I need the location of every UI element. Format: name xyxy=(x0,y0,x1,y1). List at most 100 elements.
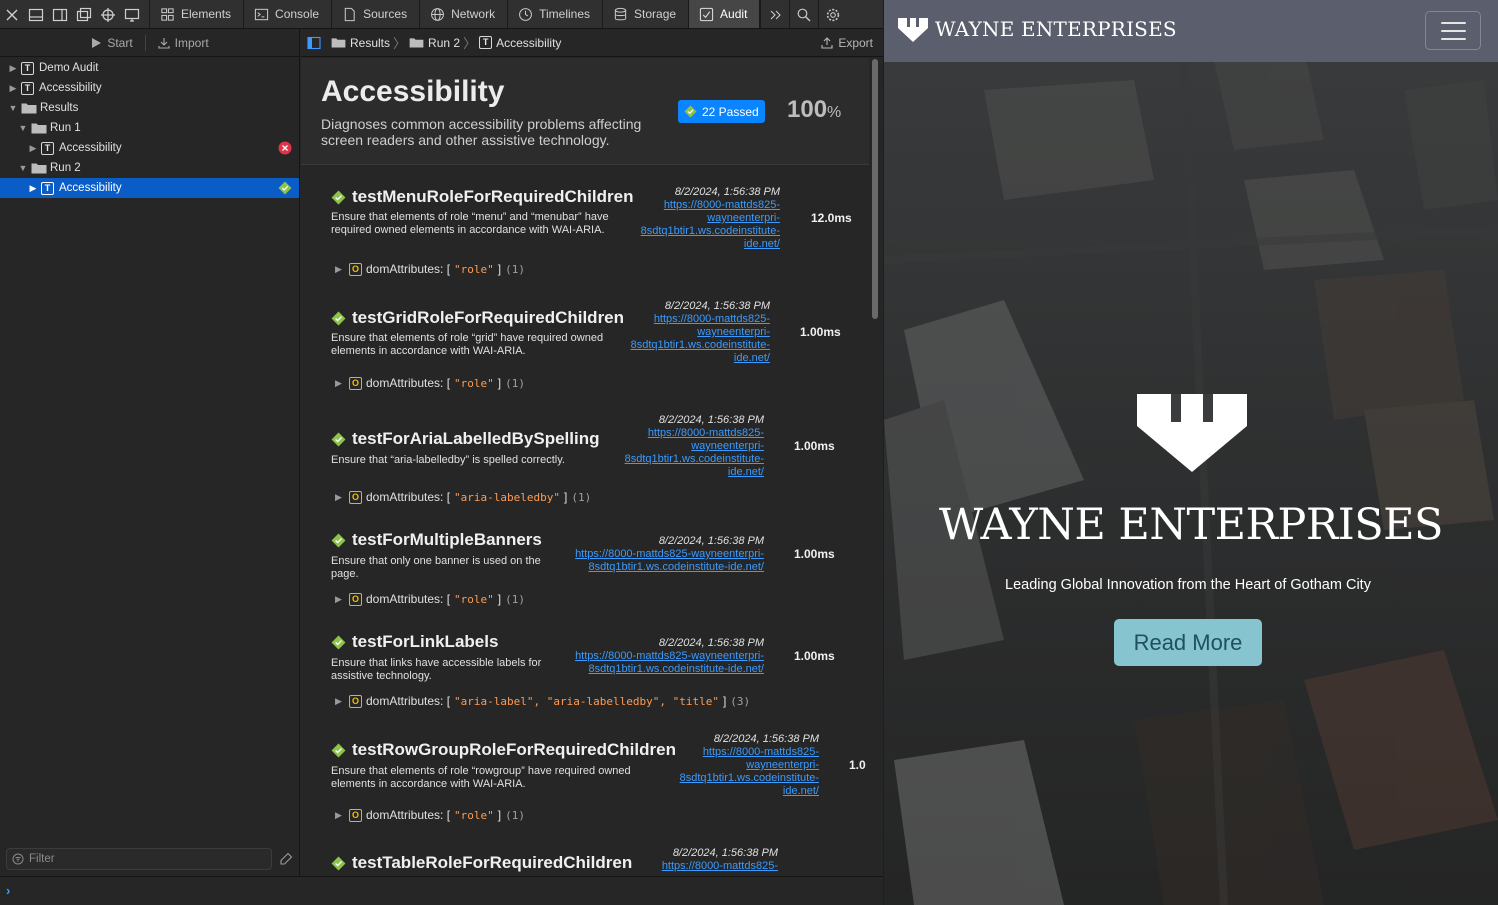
dom-attributes-row[interactable]: ▶ O domAttributes: ["role"] (1) xyxy=(335,808,525,822)
clear-icon[interactable] xyxy=(279,852,293,866)
export-button[interactable]: Export xyxy=(821,36,873,50)
nav-brand[interactable]: WAYNE ENTERPRISES xyxy=(935,17,1177,41)
device-settings-icon[interactable] xyxy=(120,0,144,29)
disclosure-triangle-icon[interactable]: ▶ xyxy=(335,492,345,503)
score-unit: % xyxy=(827,104,842,121)
tree-item-run1-accessibility[interactable]: ▶ T Accessibility xyxy=(0,138,299,158)
disclosure-triangle-icon[interactable]: ▶ xyxy=(335,594,345,605)
tree-item-run2-accessibility[interactable]: ▶ T Accessibility xyxy=(0,178,299,198)
attr-suffix: ] xyxy=(722,694,727,708)
tab-label: Network xyxy=(451,7,496,21)
tree-item-accessibility[interactable]: ▶ T Accessibility xyxy=(0,78,299,98)
console-prompt-bar[interactable]: › xyxy=(0,876,883,905)
network-icon xyxy=(431,7,445,21)
import-button[interactable]: Import xyxy=(154,36,213,50)
read-more-button[interactable]: Read More xyxy=(1114,619,1262,666)
folder-icon xyxy=(21,103,37,114)
tree-item-run-1[interactable]: ▼ Run 1 xyxy=(0,118,299,138)
tab-network[interactable]: Network xyxy=(420,0,509,28)
hero-title: WAYNE ENTERPRISES xyxy=(939,500,1444,550)
undock-icon[interactable] xyxy=(72,0,96,29)
audit-header: Accessibility Diagnoses common accessibi… xyxy=(301,58,869,165)
console-icon xyxy=(254,8,269,20)
dock-side-icon[interactable] xyxy=(48,0,72,29)
disclosure-triangle-expanded-icon[interactable]: ▼ xyxy=(8,103,18,113)
test-description: Ensure that elements of role “rowgroup” … xyxy=(331,765,631,790)
filter-input[interactable]: Filter xyxy=(6,848,272,870)
passed-badge[interactable]: 22 Passed xyxy=(678,100,765,123)
breadcrumb-run-2[interactable]: Run 2 xyxy=(409,36,460,50)
score-value: 100 xyxy=(787,96,828,123)
test-timestamp: 8/2/2024, 1:56:38 PM xyxy=(658,637,764,649)
disclosure-triangle-icon[interactable]: ▶ xyxy=(335,810,345,821)
dom-attributes-row[interactable]: ▶ O domAttributes: ["aria-labeledby"] (1… xyxy=(335,490,591,504)
test-duration: 1.00ms xyxy=(794,547,835,561)
test-meta: 8/2/2024, 1:56:38 PM https://8000-mattds… xyxy=(547,535,764,574)
test-name-text: testRowGroupRoleForRequiredChildren xyxy=(352,740,676,759)
test-result: testMenuRoleForRequiredChildren Ensure t… xyxy=(301,165,869,279)
more-tabs-icon[interactable] xyxy=(760,0,789,29)
disclosure-triangle-icon[interactable]: ▶ xyxy=(8,63,18,73)
tab-sources[interactable]: Sources xyxy=(332,0,421,28)
toggle-sidebar-icon[interactable] xyxy=(307,36,321,50)
tab-label: Console xyxy=(275,7,320,21)
dom-attributes-row[interactable]: ▶ O domAttributes: ["role"] (1) xyxy=(335,592,525,606)
export-label: Export xyxy=(838,35,873,50)
test-url-link[interactable]: https://8000-mattds825-wayneenterpri-8sd… xyxy=(613,313,770,365)
attr-prefix: domAttributes: [ xyxy=(366,262,451,276)
dom-attributes-row[interactable]: ▶ O domAttributes: ["role"] (1) xyxy=(335,376,525,390)
tab-audit[interactable]: Audit xyxy=(689,0,761,28)
passed-status-icon xyxy=(684,105,697,118)
test-timestamp: 8/2/2024, 1:56:38 PM xyxy=(658,414,764,426)
audit-main: Results 〉 Run 2 〉 T Accessibility Export xyxy=(301,29,883,876)
tab-elements[interactable]: Elements xyxy=(150,0,245,28)
breadcrumb-accessibility[interactable]: T Accessibility xyxy=(479,36,561,50)
results-scrollbar[interactable] xyxy=(872,59,878,319)
dock-bottom-icon[interactable] xyxy=(24,0,48,29)
tree-item-demo-audit[interactable]: ▶ T Demo Audit xyxy=(0,58,299,78)
hamburger-menu-button[interactable] xyxy=(1425,11,1481,50)
test-url-link[interactable]: https://8000-mattds825-wayneenterpri-8sd… xyxy=(547,650,764,676)
passed-count-label: 22 Passed xyxy=(702,104,759,119)
test-url-link[interactable]: https://8000-mattds825-wayneenterpri-8sd… xyxy=(662,746,819,798)
disclosure-triangle-icon[interactable]: ▶ xyxy=(335,378,345,389)
attr-count: (1) xyxy=(505,808,526,822)
tab-timelines[interactable]: Timelines xyxy=(508,0,604,28)
breadcrumb-results[interactable]: Results xyxy=(331,36,390,50)
disclosure-triangle-icon[interactable]: ▶ xyxy=(8,83,18,93)
test-duration: 1.00ms xyxy=(800,325,841,339)
attr-count: (1) xyxy=(571,490,592,504)
tree-item-run-2[interactable]: ▼ Run 2 xyxy=(0,158,299,178)
disclosure-triangle-icon[interactable]: ▶ xyxy=(335,696,345,707)
tree-item-results[interactable]: ▼ Results xyxy=(0,98,299,118)
import-label: Import xyxy=(174,35,209,50)
start-button[interactable]: Start xyxy=(86,36,136,50)
tab-storage[interactable]: Storage xyxy=(603,0,690,28)
disclosure-triangle-icon[interactable]: ▶ xyxy=(28,143,38,153)
dom-attributes-row[interactable]: ▶ O domAttributes: ["role"] (1) xyxy=(335,262,525,276)
website-viewport: WAYNE ENTERPRISES WAYNE ENTERPRISES Lead… xyxy=(884,0,1498,905)
test-url-link[interactable]: https://8000-mattds825-wayneenterpri-8sd… xyxy=(607,427,764,479)
test-url-link[interactable]: https://8000-mattds825-wayneenterpri-8sd… xyxy=(623,199,780,251)
close-inspector-icon[interactable] xyxy=(0,0,24,29)
test-url-link[interactable]: https://8000-mattds825-wayneenterpri-8sd… xyxy=(547,548,764,574)
disclosure-triangle-expanded-icon[interactable]: ▼ xyxy=(18,163,28,173)
gear-icon[interactable] xyxy=(818,0,847,29)
tab-console[interactable]: Console xyxy=(244,0,333,28)
element-picker-icon[interactable] xyxy=(96,0,120,29)
tree-item-label: Demo Audit xyxy=(39,62,99,74)
disclosure-triangle-icon[interactable]: ▶ xyxy=(335,264,345,275)
export-icon xyxy=(821,36,833,49)
folder-icon xyxy=(31,163,47,174)
test-url-link[interactable]: https://8000-mattds825- xyxy=(621,860,778,873)
breadcrumb-label: Run 2 xyxy=(428,35,461,50)
test-result: testForLinkLabels Ensure that links have… xyxy=(301,609,869,717)
tree-item-label: Accessibility xyxy=(59,142,122,154)
dom-attributes-row[interactable]: ▶ O domAttributes: ["aria-label", "aria-… xyxy=(335,694,750,708)
wayne-logo-icon[interactable] xyxy=(898,18,928,43)
disclosure-triangle-expanded-icon[interactable]: ▼ xyxy=(18,123,28,133)
disclosure-triangle-icon[interactable]: ▶ xyxy=(28,183,38,193)
test-timestamp: 8/2/2024, 1:56:38 PM xyxy=(713,733,819,745)
search-icon[interactable] xyxy=(789,0,818,29)
test-duration: 1.00ms xyxy=(794,649,835,663)
